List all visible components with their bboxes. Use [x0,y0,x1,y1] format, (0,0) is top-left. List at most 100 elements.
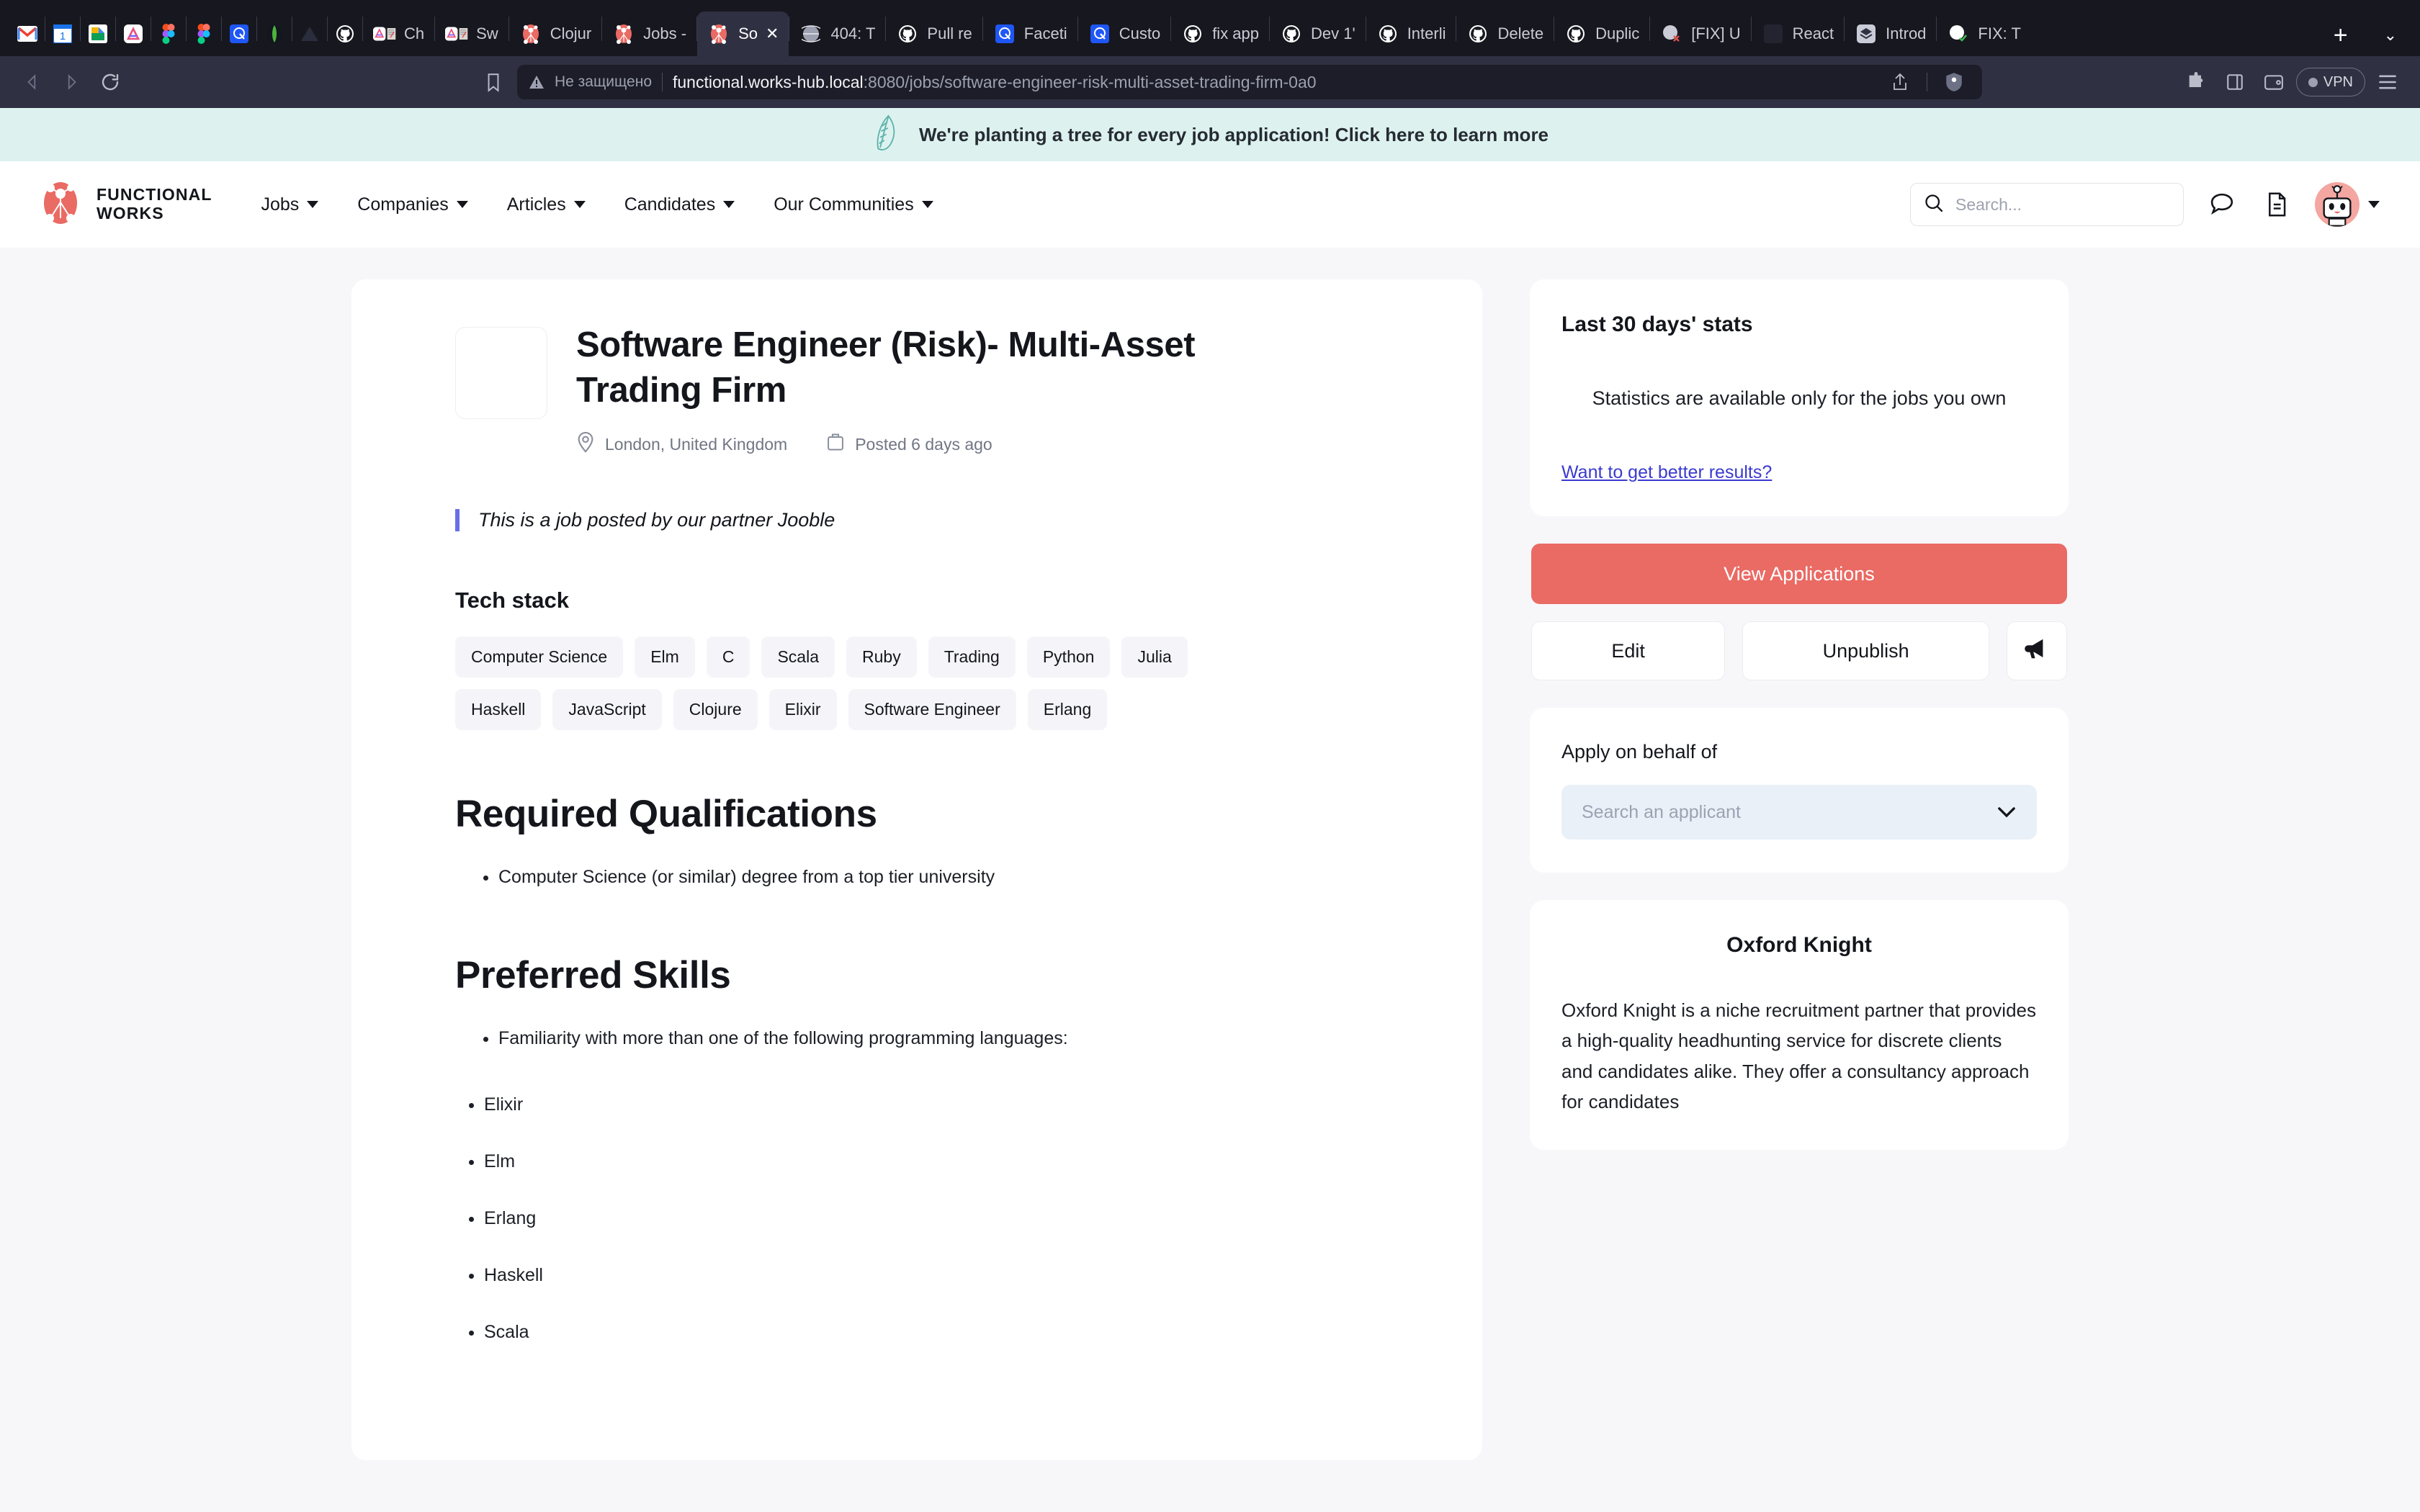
share-icon[interactable] [1883,66,1917,99]
insecure-label: Не защищено [555,73,652,90]
stats-message: Statistics are available only for the jo… [1592,387,2007,409]
page-viewport: We're planting a tree for every job appl… [0,108,2420,1512]
browser-tab[interactable]: Interli [1366,12,1456,56]
megaphone-icon [2024,637,2050,665]
close-icon[interactable]: ✕ [766,24,779,43]
user-menu-chevron-down-icon [2368,201,2380,208]
omnibox-actions [1883,66,1971,99]
browser-tab[interactable] [10,12,45,56]
browser-tab[interactable]: React [1752,12,1844,56]
tech-stack-tag[interactable]: Clojure [673,689,758,731]
browser-tab[interactable]: Jobs - [602,12,696,56]
menu-icon[interactable] [2371,66,2404,99]
apply-on-behalf-card: Apply on behalf of Search an applicant [1530,708,2069,873]
section-heading: Required Qualifications [455,793,877,836]
tech-stack-tag[interactable]: Ruby [846,636,917,678]
tab-label: Sw [476,24,498,42]
tech-stack-tag[interactable]: C [706,636,750,678]
tab-label: Dev 1' [1311,24,1355,42]
tab-label: Pull re [927,24,972,42]
back-icon[interactable] [16,66,49,99]
nav-item-companies[interactable]: Companies [357,194,468,215]
browser-tab[interactable]: Pull re [886,12,982,56]
browser-tab[interactable] [328,12,362,56]
tech-stack-tag[interactable]: Haskell [455,689,542,731]
quip-favicon-icon [993,22,1016,45]
tech-stack-tag[interactable]: Software Engineer [848,689,1016,731]
tech-stack-tag[interactable]: Erlang [1027,689,1108,731]
edit-button[interactable]: Edit [1531,621,1726,681]
browser-tab[interactable]: [FIX] U [1650,12,1750,56]
vpn-label: VPN [2323,73,2353,90]
unpublish-button[interactable]: Unpublish [1742,621,1990,681]
promote-button[interactable] [2007,621,2068,681]
browser-tab[interactable] [151,12,186,56]
header-actions: Search... [1910,182,2380,227]
user-menu[interactable] [2315,182,2380,227]
tech-stack-tag[interactable]: Trading [928,636,1016,678]
browser-tab[interactable]: Delete [1456,12,1554,56]
browser-tab[interactable]: Faceti [983,12,1077,56]
browser-tab[interactable]: Duplic [1554,12,1649,56]
forward-icon[interactable] [55,66,88,99]
eco-banner[interactable]: We're planting a tree for every job appl… [0,108,2420,161]
nav-item-articles[interactable]: Articles [507,194,586,215]
github-x-favicon-icon [1660,22,1683,45]
brand-logo[interactable]: FUNCTIONAL WORKS [40,181,212,229]
browser-tab[interactable]: Introd [1845,12,1936,56]
tech-stack-tag[interactable]: Computer Science [455,636,624,678]
new-tab-button[interactable]: + [2321,23,2361,48]
chat-bubble-icon[interactable] [2205,188,2238,221]
sidepanel-icon[interactable] [2218,66,2251,99]
wallet-icon[interactable] [2257,66,2290,99]
tech-stack-tag[interactable]: Elm [635,636,695,678]
document-icon[interactable] [2260,188,2293,221]
vpn-status-dot [2308,77,2318,87]
applicant-select[interactable]: Search an applicant [1561,785,2037,840]
browser-tab[interactable]: So ✕ [697,12,789,56]
github-favicon-icon [333,22,357,45]
tech-stack-tag[interactable]: JavaScript [552,689,662,731]
nav-item-candidates[interactable]: Candidates [624,194,735,215]
tech-stack-tag[interactable]: Julia [1121,636,1188,678]
bookmark-icon[interactable] [477,66,510,99]
browser-tab[interactable]: fix app [1171,12,1269,56]
browser-tab[interactable] [222,12,256,56]
browser-tab[interactable] [116,12,151,56]
tech-stack-tag[interactable]: Python [1026,636,1111,678]
chevron-down-icon [921,201,933,208]
extensions-icon[interactable] [2179,66,2213,99]
job-header: Software Engineer (Risk)- Multi-Asset Tr… [455,323,1379,457]
tech-stack-tag[interactable]: Elixir [768,689,837,731]
nav-item-our-communities[interactable]: Our Communities [774,194,933,215]
address-bar[interactable]: Не защищено functional.works-hub.local:8… [517,65,1982,99]
browser-tab[interactable]: 1 [45,12,80,56]
company-card: Oxford Knight Oxford Knight is a niche r… [1530,900,2069,1150]
search-input[interactable]: Search... [1910,183,2184,226]
vpn-button[interactable]: VPN [2295,68,2365,96]
browser-tab[interactable]: 404: T [789,12,885,56]
brave-shields-icon[interactable] [1937,66,1971,99]
browser-tab[interactable]: Sw [435,12,508,56]
tab-list-button[interactable]: ⌄ [2374,26,2407,45]
tech-stack-tag[interactable]: Scala [761,636,835,678]
job-description-sections: Required Qualifications Computer Science … [455,792,1379,1343]
reload-icon[interactable] [94,66,127,99]
tech-stack-tags: Computer Science Elm C Scala Ruby Trading Pyth… [455,636,1262,731]
site-header: FUNCTIONAL WORKS Jobs Companies Articles Ca… [0,161,2420,248]
browser-tab[interactable]: Custo [1078,12,1170,56]
job-sidebar: Last 30 days' stats Statistics are avail… [1530,279,2069,1150]
nav-item-jobs[interactable]: Jobs [261,194,319,215]
browser-tab[interactable]: FIX: T [1937,12,2031,56]
browser-tab[interactable] [81,12,115,56]
browser-tab[interactable] [187,12,221,56]
browser-tab[interactable]: Ch [363,12,434,56]
browser-tab[interactable]: Clojur [509,12,601,56]
browser-tab[interactable] [292,12,327,56]
better-results-link[interactable]: Want to get better results? [1561,462,2037,483]
view-applications-button[interactable]: View Applications [1531,544,2067,605]
gmail-favicon-icon [16,22,39,45]
secondary-actions-row: Edit Unpublish [1531,621,2068,681]
browser-tab[interactable]: Dev 1' [1270,12,1366,56]
browser-tab[interactable] [257,12,292,56]
